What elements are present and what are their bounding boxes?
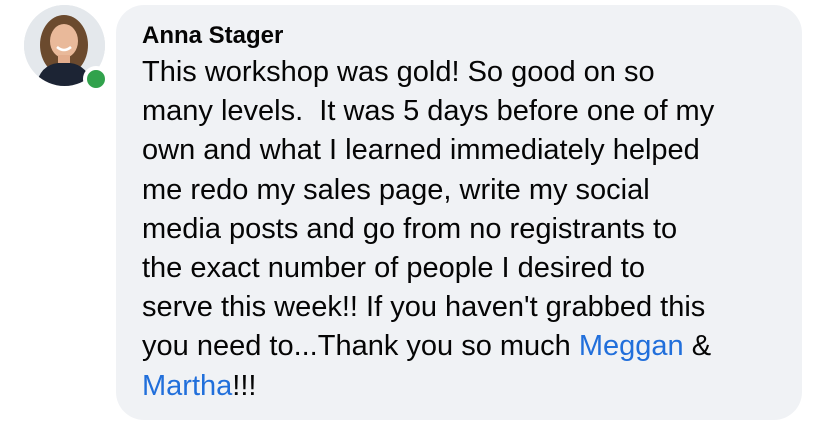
ampersand-text: & xyxy=(683,330,712,363)
comment-line: you need to...Thank you so much Meggan & xyxy=(142,327,778,366)
comment-line: own and what I learned immediately helpe… xyxy=(142,134,700,167)
comment-line: serve this week!! If you haven't grabbed… xyxy=(142,291,706,324)
comment-line: media posts and go from no registrants t… xyxy=(142,212,678,245)
comment-line: me redo my sales page, write my social xyxy=(142,173,650,206)
online-status-icon xyxy=(83,66,109,92)
comment-line: the exact number of people I desired to xyxy=(142,252,645,285)
author-name[interactable]: Anna Stager xyxy=(142,19,778,53)
comment-line: Martha!!! xyxy=(142,367,778,406)
comment-text: This workshop was gold! So good on so ma… xyxy=(142,53,778,406)
comment-line: This workshop was gold! So good on so xyxy=(142,56,655,88)
comment-line: many levels. It was 5 days before one of… xyxy=(142,95,715,128)
comment-ending: !!! xyxy=(232,369,257,402)
comment-line-text: you need to...Thank you so much xyxy=(142,330,579,363)
avatar[interactable] xyxy=(24,5,109,92)
mention-meggan[interactable]: Meggan xyxy=(579,330,684,362)
mention-martha[interactable]: Martha xyxy=(142,370,232,402)
comment-bubble: Anna Stager This workshop was gold! So g… xyxy=(116,5,802,420)
